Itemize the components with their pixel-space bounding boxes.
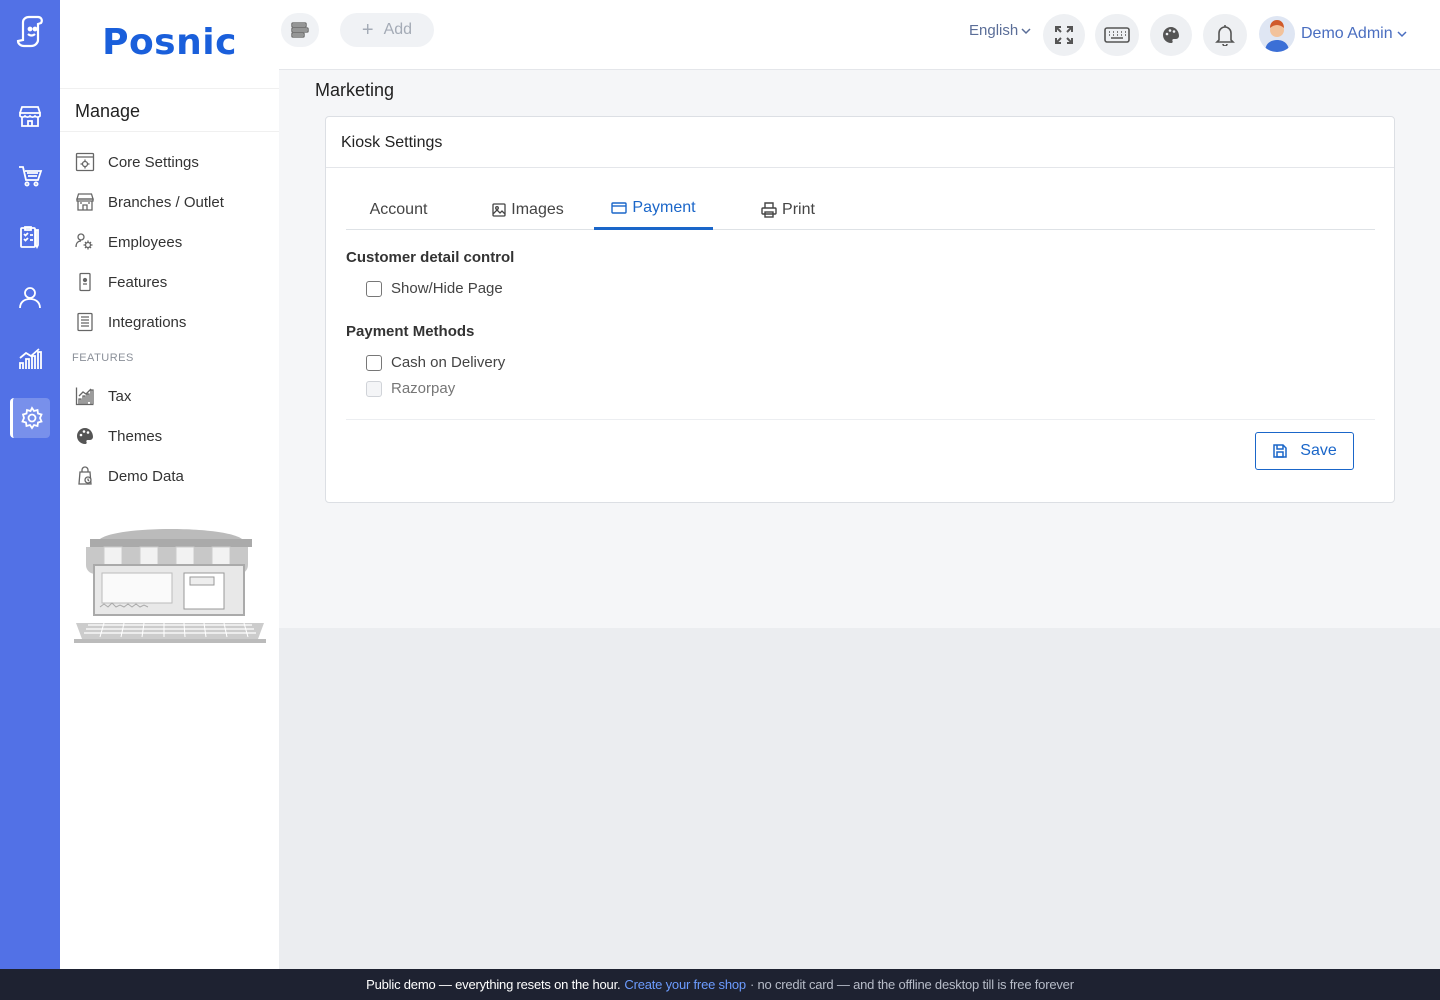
sidebar-item-label: Themes — [108, 427, 163, 445]
brand-logo[interactable]: Posnic — [60, 0, 279, 84]
menu-lines-icon — [291, 22, 309, 38]
avatar — [1259, 16, 1295, 52]
icon-rail — [0, 0, 60, 969]
add-button[interactable]: + Add — [340, 13, 434, 47]
employees-icon — [75, 233, 93, 250]
checkbox-label: Razorpay — [391, 380, 456, 397]
shop-illustration — [74, 515, 266, 650]
customer-detail-section-title: Customer detail control — [346, 249, 515, 266]
save-button[interactable]: Save — [1255, 432, 1354, 470]
settings-tabs: Account Images Payment Print — [346, 189, 1375, 230]
sidebar-item-label: Integrations — [108, 313, 187, 331]
credit-card-icon — [611, 202, 628, 214]
tab-label: Account — [369, 200, 428, 218]
fullscreen-icon — [1055, 26, 1073, 44]
sidebar-item-features[interactable]: Features — [75, 262, 279, 302]
kiosk-settings-card: Kiosk Settings Account Images Payment Pr… — [325, 116, 1395, 503]
keyboard-icon — [1104, 27, 1130, 43]
sidebar-item-demo-data[interactable]: Demo Data — [75, 456, 279, 496]
sidebar-item-label: Branches / Outlet — [108, 193, 224, 211]
bell-icon — [1215, 25, 1235, 46]
fullscreen-button[interactable] — [1043, 14, 1085, 56]
sidebar-item-employees[interactable]: Employees — [75, 222, 279, 262]
content-lower-area — [279, 628, 1440, 969]
sidebar-feature-menu: Tax Themes Demo Data — [75, 376, 279, 496]
theme-button[interactable] — [1150, 14, 1192, 56]
razorpay-option: Razorpay — [366, 380, 455, 397]
palette-icon — [1163, 27, 1179, 43]
store-icon[interactable] — [10, 96, 50, 136]
add-button-label: Add — [383, 21, 413, 38]
analytics-icon[interactable] — [10, 338, 50, 378]
side-panel: Posnic Manage Core Settings Branches / O… — [60, 0, 279, 969]
checklist-icon[interactable] — [10, 217, 50, 257]
image-icon — [492, 202, 506, 217]
floppy-disk-icon — [1273, 444, 1288, 458]
tab-label: Images — [511, 200, 564, 218]
sidebar-features-label: FEATURES — [72, 352, 134, 364]
sidebar-item-core-settings[interactable]: Core Settings — [75, 142, 279, 182]
features-icon — [79, 272, 91, 292]
themes-icon — [77, 428, 93, 444]
sidebar-item-integrations[interactable]: Integrations — [75, 302, 279, 342]
checkbox-label: Show/Hide Page — [391, 280, 503, 297]
sidebar-item-tax[interactable]: Tax — [75, 376, 279, 416]
show-hide-page-option[interactable]: Show/Hide Page — [366, 280, 503, 297]
sidebar-section-title: Manage — [60, 88, 279, 132]
app-logo-icon[interactable] — [0, 0, 60, 64]
create-shop-link[interactable]: Create your free shop — [624, 977, 746, 992]
branches-icon — [76, 193, 94, 211]
menu-toggle-button[interactable] — [281, 13, 319, 47]
integrations-icon — [77, 312, 93, 332]
user-menu[interactable]: Demo Admin — [1259, 16, 1407, 52]
tab-label: Payment — [632, 199, 696, 216]
card-title: Kiosk Settings — [326, 117, 1394, 168]
core-settings-icon — [75, 152, 95, 172]
user-name: Demo Admin — [1301, 25, 1393, 42]
sidebar-item-label: Core Settings — [108, 153, 199, 171]
notifications-button[interactable] — [1203, 14, 1247, 56]
tax-icon — [75, 387, 94, 406]
page-title: Marketing — [315, 80, 395, 100]
save-button-label: Save — [1300, 442, 1337, 459]
demo-footer-banner: Public demo — everything resets on the h… — [0, 969, 1440, 1000]
sidebar-item-label: Tax — [108, 387, 132, 405]
language-selector[interactable]: English — [969, 22, 1031, 39]
sidebar-item-label: Employees — [108, 233, 183, 251]
tab-account[interactable]: Account — [351, 189, 446, 230]
tab-images[interactable]: Images — [470, 189, 586, 230]
payment-methods-section-title: Payment Methods — [346, 323, 475, 340]
sidebar-menu: Core Settings Branches / Outlet Employee… — [75, 142, 279, 342]
chevron-down-icon — [1021, 27, 1031, 34]
language-label: English — [969, 22, 1019, 39]
user-icon[interactable] — [10, 277, 50, 317]
keyboard-button[interactable] — [1095, 14, 1139, 56]
razorpay-checkbox — [366, 380, 382, 397]
plus-icon: + — [361, 18, 374, 41]
footer-suffix: · no credit card — and the offline deskt… — [749, 977, 1074, 992]
sidebar-item-label: Demo Data — [108, 467, 184, 485]
sidebar-item-label: Features — [108, 273, 168, 291]
settings-icon[interactable] — [10, 398, 50, 438]
printer-icon — [761, 201, 777, 218]
divider — [346, 419, 1375, 420]
footer-text: Public demo — everything resets on the h… — [366, 977, 621, 992]
sidebar-item-branches[interactable]: Branches / Outlet — [75, 182, 279, 222]
sidebar-item-themes[interactable]: Themes — [75, 416, 279, 456]
tab-payment[interactable]: Payment — [594, 189, 713, 230]
top-bar: + Add English Demo Admin — [279, 0, 1440, 70]
checkbox-label: Cash on Delivery — [391, 354, 506, 371]
tab-label: Print — [782, 200, 815, 218]
avatar-icon — [1265, 20, 1289, 52]
cash-on-delivery-option[interactable]: Cash on Delivery — [366, 354, 505, 371]
show-hide-page-checkbox[interactable] — [366, 280, 382, 297]
cash-on-delivery-checkbox[interactable] — [366, 354, 382, 371]
demo-data-icon — [78, 466, 92, 485]
cart-icon[interactable] — [10, 156, 50, 196]
tab-print[interactable]: Print — [738, 189, 838, 230]
chevron-down-icon — [1397, 31, 1407, 38]
